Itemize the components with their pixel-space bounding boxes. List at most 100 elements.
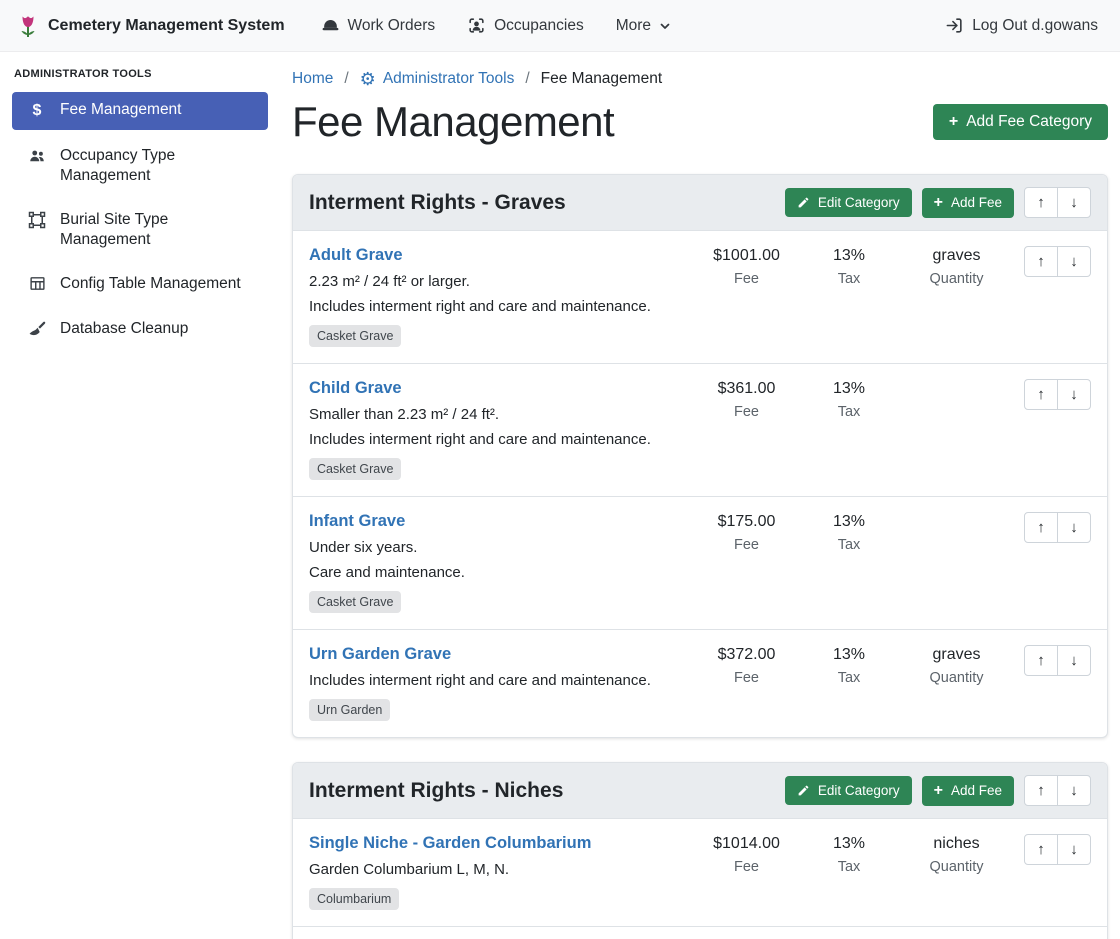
move-category-down-button[interactable]: ↓ (1057, 187, 1091, 218)
category-card-graves: Interment Rights - Graves Edit Category … (292, 174, 1108, 738)
arrow-up-icon: ↑ (1037, 194, 1045, 211)
fee-name-link[interactable]: Infant Grave (309, 512, 405, 530)
quantity-value: graves (894, 247, 1019, 265)
move-fee-down-button[interactable]: ↓ (1057, 246, 1091, 277)
arrow-down-icon: ↓ (1070, 782, 1078, 799)
fee-type-badge: Casket Grave (309, 325, 401, 347)
tax-value: 13% (804, 835, 894, 853)
vector-square-icon (26, 211, 48, 229)
nav-item-work-orders[interactable]: Work Orders (321, 16, 436, 35)
tax-label: Tax (804, 859, 894, 875)
move-category-down-button[interactable]: ↓ (1057, 775, 1091, 806)
main-content: Home / ⚙ Administrator Tools / Fee Manag… (280, 52, 1120, 939)
tax-value: 13% (804, 380, 894, 398)
move-fee-up-button[interactable]: ↑ (1024, 645, 1058, 676)
fee-amount: $1001.00 (689, 247, 804, 265)
fee-tax-col: 13% Tax (804, 246, 894, 347)
broom-icon (26, 320, 48, 339)
sidebar-item-label: Database Cleanup (60, 319, 188, 339)
move-fee-up-button[interactable]: ↑ (1024, 246, 1058, 277)
breadcrumb-home-link[interactable]: Home (292, 70, 333, 88)
move-fee-up-button[interactable]: ↑ (1024, 512, 1058, 543)
quantity-value: niches (894, 835, 1019, 853)
fee-description: Garden Columbarium L, M, N. (309, 861, 679, 878)
fee-name-link[interactable]: Single Niche - Garden Columbarium (309, 834, 591, 852)
quantity-label: Quantity (894, 859, 1019, 875)
sidebar-item-config-table-management[interactable]: Config Table Management (12, 266, 268, 302)
move-category-up-button[interactable]: ↑ (1024, 187, 1058, 218)
fee-type-badge: Casket Grave (309, 458, 401, 480)
fee-description: Includes interment right and care and ma… (309, 672, 679, 689)
breadcrumb-separator: / (344, 70, 348, 88)
arrow-up-icon: ↑ (1037, 386, 1045, 403)
fee-row-adult-grave: Adult Grave 2.23 m² / 24 ft² or larger. … (293, 231, 1107, 364)
gear-icon: ⚙ (360, 70, 376, 88)
pencil-icon (797, 196, 810, 209)
arrow-down-icon: ↓ (1070, 841, 1078, 858)
admin-tools-sidebar: ADMINISTRATOR TOOLS $ Fee Management Occ… (0, 52, 280, 939)
move-category-up-button[interactable]: ↑ (1024, 775, 1058, 806)
fee-type-badge: Columbarium (309, 888, 399, 910)
add-fee-category-button[interactable]: + Add Fee Category (933, 104, 1108, 140)
breadcrumb-separator: / (525, 70, 529, 88)
plus-icon: + (934, 783, 943, 799)
app-brand[interactable]: Cemetery Management System (16, 13, 285, 39)
fee-tax-col: 13% Tax (804, 379, 894, 480)
person-frame-icon (467, 16, 486, 35)
table-icon (26, 275, 48, 292)
fee-tax-col: 13% Tax (804, 645, 894, 721)
fee-tax-col: 13% Tax (804, 512, 894, 613)
move-fee-down-button[interactable]: ↓ (1057, 834, 1091, 865)
fee-description: Care and maintenance. (309, 564, 679, 581)
logout-link[interactable]: Log Out d.gowans (945, 16, 1098, 35)
fee-row-single-niche: Single Niche - Garden Columbarium Garden… (293, 819, 1107, 927)
fee-amount: $361.00 (689, 380, 804, 398)
breadcrumb: Home / ⚙ Administrator Tools / Fee Manag… (292, 70, 1108, 88)
sidebar-item-database-cleanup[interactable]: Database Cleanup (12, 311, 268, 347)
sidebar-item-fee-management[interactable]: $ Fee Management (12, 92, 268, 130)
edit-category-button[interactable]: Edit Category (785, 776, 912, 805)
fee-name-link[interactable]: Child Grave (309, 379, 402, 397)
nav-item-occupancies[interactable]: Occupancies (467, 16, 584, 35)
nav-item-more[interactable]: More (616, 17, 671, 35)
top-navbar: Cemetery Management System Work Orders O… (0, 0, 1120, 52)
move-fee-down-button[interactable]: ↓ (1057, 379, 1091, 410)
fee-quantity-col: graves Quantity (894, 246, 1019, 347)
category-header: Interment Rights - Niches Edit Category … (293, 763, 1107, 819)
plus-icon: + (934, 195, 943, 211)
category-header: Interment Rights - Graves Edit Category … (293, 175, 1107, 231)
fee-row-infant-grave: Infant Grave Under six years. Care and m… (293, 497, 1107, 630)
fee-name-link[interactable]: Adult Grave (309, 246, 403, 264)
arrow-down-icon: ↓ (1070, 386, 1078, 403)
sidebar-item-occupancy-type-management[interactable]: Occupancy Type Management (12, 138, 268, 194)
fee-amount-label: Fee (689, 404, 804, 420)
fee-amount-label: Fee (689, 670, 804, 686)
arrow-up-icon: ↑ (1037, 782, 1045, 799)
move-fee-down-button[interactable]: ↓ (1057, 645, 1091, 676)
fee-quantity-col: graves Quantity (894, 645, 1019, 721)
move-fee-up-button[interactable]: ↑ (1024, 379, 1058, 410)
logout-label: Log Out d.gowans (972, 17, 1098, 35)
tax-label: Tax (804, 670, 894, 686)
category-card-niches: Interment Rights - Niches Edit Category … (292, 762, 1108, 939)
fee-type-badge: Urn Garden (309, 699, 390, 721)
people-icon (26, 147, 48, 165)
fee-amount: $1014.00 (689, 835, 804, 853)
arrow-up-icon: ↑ (1037, 519, 1045, 536)
add-fee-button[interactable]: + Add Fee (922, 188, 1014, 218)
sidebar-heading: ADMINISTRATOR TOOLS (14, 68, 266, 80)
fee-name-link[interactable]: Urn Garden Grave (309, 645, 451, 663)
move-fee-down-button[interactable]: ↓ (1057, 512, 1091, 543)
quantity-label: Quantity (894, 670, 1019, 686)
breadcrumb-current: Fee Management (541, 70, 663, 88)
sidebar-item-burial-site-type-management[interactable]: Burial Site Type Management (12, 202, 268, 258)
sidebar-item-label: Fee Management (60, 100, 182, 120)
move-fee-up-button[interactable]: ↑ (1024, 834, 1058, 865)
arrow-down-icon: ↓ (1070, 194, 1078, 211)
fee-row-urn-garden-grave: Urn Garden Grave Includes interment righ… (293, 630, 1107, 737)
breadcrumb-admin-tools-link[interactable]: ⚙ Administrator Tools (360, 70, 515, 88)
edit-category-button[interactable]: Edit Category (785, 188, 912, 217)
quantity-value: graves (894, 646, 1019, 664)
add-fee-button[interactable]: + Add Fee (922, 776, 1014, 806)
sidebar-item-label: Occupancy Type Management (60, 146, 256, 186)
